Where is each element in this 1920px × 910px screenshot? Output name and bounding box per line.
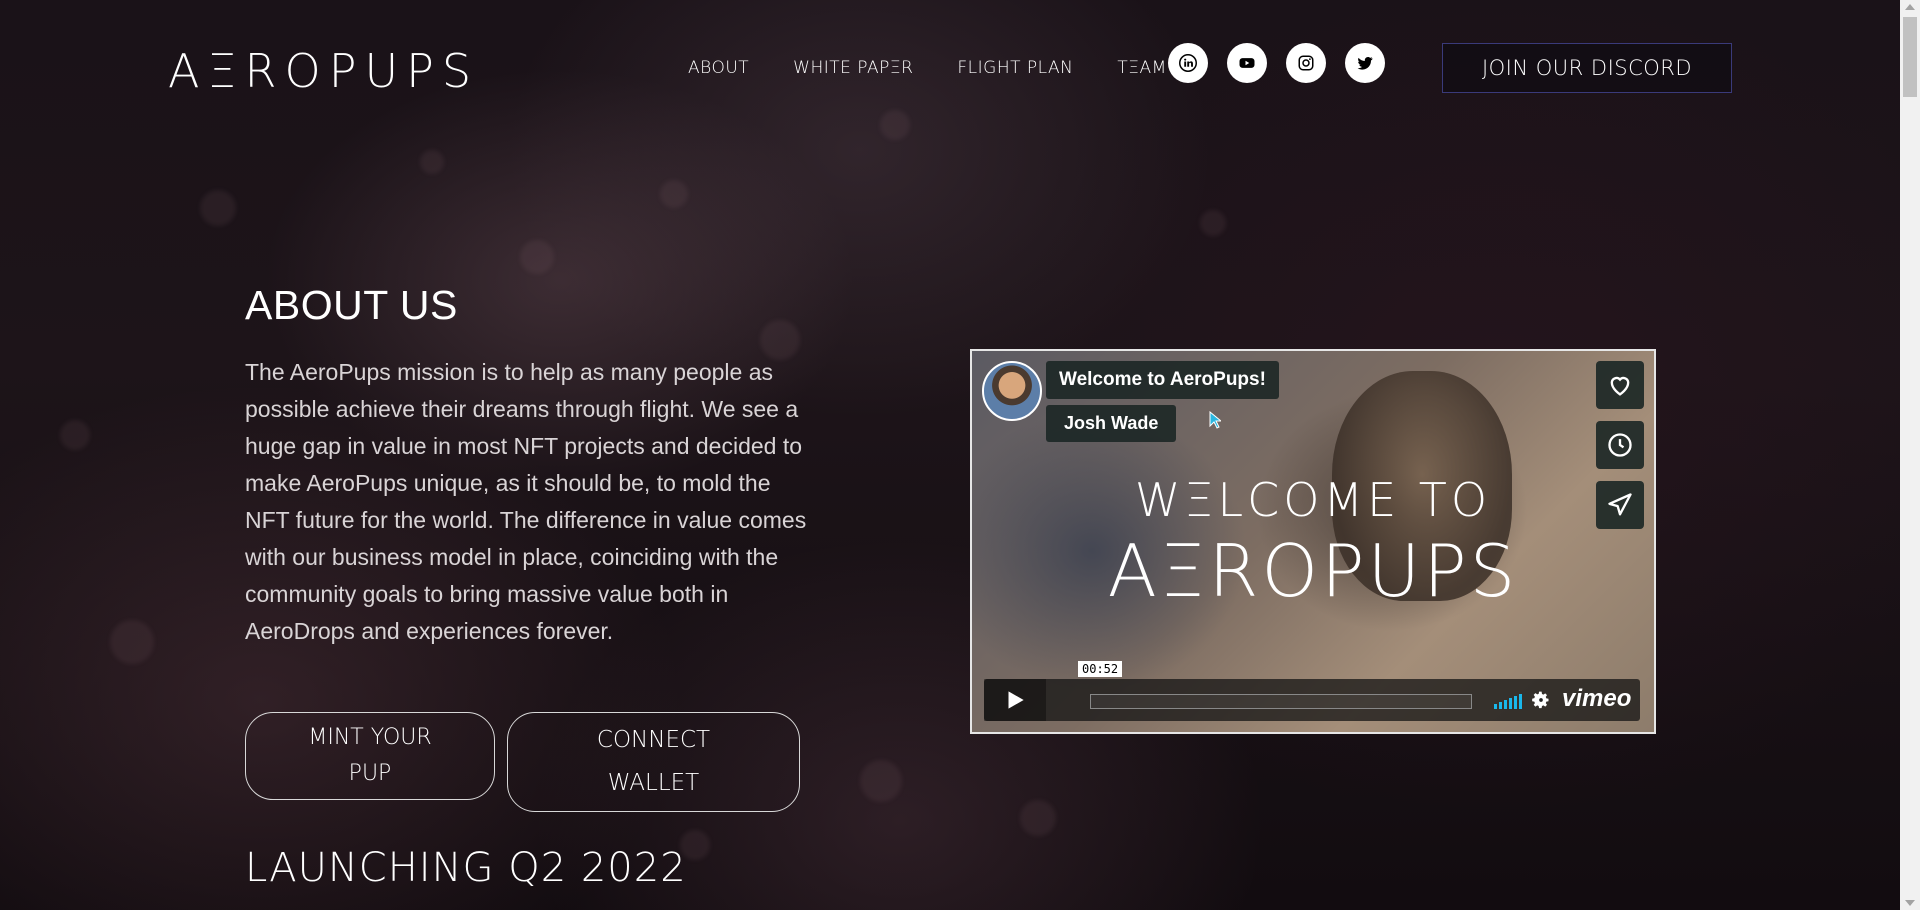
- twitter-link[interactable]: [1345, 43, 1385, 83]
- instagram-icon: [1298, 55, 1314, 71]
- nav-item-team[interactable]: TΞAM: [1117, 58, 1166, 78]
- mint-label-line1: MINT YOUR: [308, 725, 432, 750]
- main-nav: ABOUT WHITE PAPΞR FLIGHT PLAN TΞAM: [688, 58, 1167, 78]
- bokeh-light: [1200, 210, 1226, 236]
- twitter-icon: [1357, 56, 1373, 70]
- nav-item-flight-plan[interactable]: FLIGHT PLAN: [957, 58, 1073, 78]
- nav-item-about[interactable]: ABOUT: [688, 58, 749, 78]
- video-controls: 00:52 vimeo: [984, 661, 1640, 721]
- bokeh-light: [420, 150, 444, 174]
- play-icon: [1008, 691, 1024, 709]
- connect-label-line1: CONNECT: [596, 727, 711, 753]
- join-discord-button[interactable]: JOIN OUR DISCORD: [1442, 43, 1732, 93]
- about-title: ABOUT US: [245, 282, 458, 328]
- connect-wallet-button[interactable]: CONNECT WALLET: [507, 712, 800, 812]
- social-links: [1168, 43, 1385, 83]
- youtube-link[interactable]: [1227, 43, 1267, 83]
- bokeh-light: [1020, 800, 1056, 836]
- heart-icon: [1610, 376, 1630, 396]
- video-time-tooltip: 00:52: [1078, 661, 1123, 677]
- bokeh-light: [110, 620, 154, 664]
- launch-heading: LAUNCHING Q2 2022: [245, 845, 687, 891]
- play-button[interactable]: [984, 679, 1046, 721]
- vimeo-logo[interactable]: vimeo: [1562, 685, 1631, 713]
- instagram-link[interactable]: [1286, 43, 1326, 83]
- watch-later-button[interactable]: [1596, 421, 1644, 469]
- site-header: AΞROPUPS ABOUT WHITE PAPΞR FLIGHT PLAN T…: [0, 0, 1900, 140]
- bokeh-light: [660, 180, 688, 208]
- bokeh-light: [200, 190, 236, 226]
- linkedin-icon: [1179, 54, 1197, 72]
- mint-pup-button[interactable]: MINT YOUR PUP: [245, 712, 495, 800]
- connect-label-line2: WALLET: [607, 770, 700, 796]
- scroll-thumb[interactable]: [1903, 17, 1917, 97]
- mouse-cursor-icon: [1209, 411, 1221, 429]
- linkedin-link[interactable]: [1168, 43, 1208, 83]
- video-player[interactable]: Welcome to AeroPups! Josh Wade WΞLCOME T…: [970, 349, 1656, 734]
- video-overlay-line2: AΞROPUPS: [1107, 529, 1519, 613]
- bokeh-light: [860, 760, 902, 802]
- video-title[interactable]: Welcome to AeroPups!: [1046, 361, 1279, 399]
- bokeh-light: [520, 240, 554, 274]
- page-scrollbar[interactable]: [1900, 0, 1920, 910]
- about-description: The AeroPups mission is to help as many …: [245, 359, 807, 644]
- youtube-icon: [1239, 58, 1255, 68]
- site-logo[interactable]: AΞROPUPS: [168, 44, 479, 98]
- clock-icon: [1608, 433, 1632, 457]
- avatar[interactable]: [982, 361, 1042, 421]
- scroll-down-icon[interactable]: [1905, 900, 1915, 906]
- video-progress-bar[interactable]: [1090, 694, 1472, 709]
- scroll-up-icon[interactable]: [1905, 4, 1915, 10]
- video-author[interactable]: Josh Wade: [1046, 405, 1177, 442]
- bokeh-light: [60, 420, 90, 450]
- nav-item-white-paper[interactable]: WHITE PAPΞR: [793, 58, 913, 78]
- like-button[interactable]: [1596, 361, 1644, 409]
- volume-control[interactable]: [1494, 693, 1522, 709]
- gear-icon[interactable]: [1531, 690, 1551, 710]
- video-overlay-line1: WΞLCOME TO: [1134, 473, 1492, 527]
- mint-label-line2: PUP: [348, 761, 392, 786]
